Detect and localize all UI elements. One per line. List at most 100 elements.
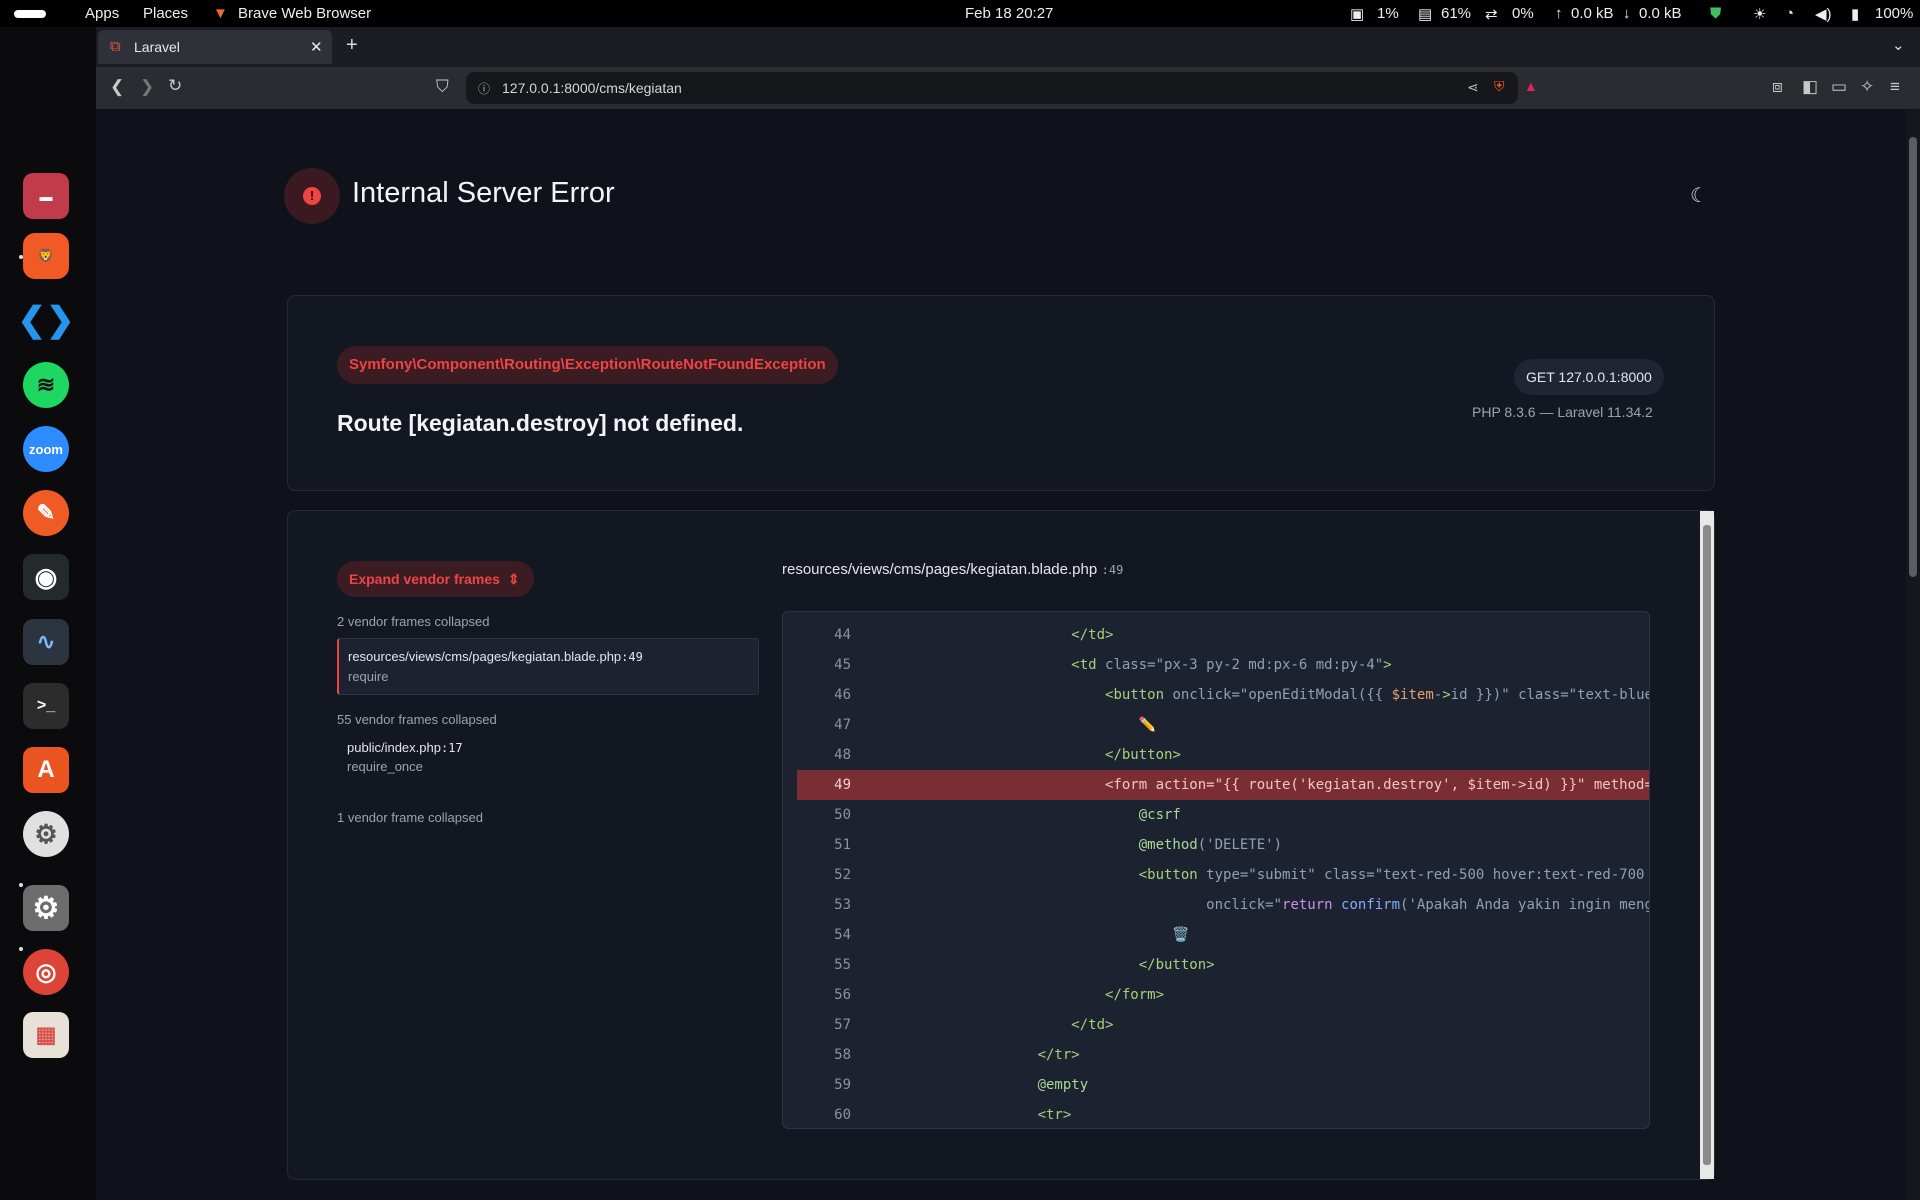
code-line: 55 </button> <box>797 950 1649 980</box>
download-icon: ↓ <box>1623 5 1631 22</box>
dark-mode-moon-icon[interactable]: ☾ <box>1690 183 1708 208</box>
zoom-icon[interactable]: zoom <box>23 426 69 472</box>
volume-icon[interactable]: ◀) <box>1815 5 1832 23</box>
trace-scrollbar-thumb[interactable] <box>1703 525 1711 1165</box>
trace-scrollbar[interactable] <box>1700 511 1714 1179</box>
brave-rewards-icon[interactable]: ▲ <box>1524 78 1538 94</box>
frame-function: require <box>348 669 389 684</box>
vendor-collapsed-3[interactable]: 1 vendor frame collapsed <box>337 810 483 825</box>
code-line: 59 @empty <box>797 1070 1649 1100</box>
chevron-up-down-icon: ⇕ <box>507 571 520 587</box>
browser-window: ⧉ Laravel ✕ + ⌄ ❮ ❯ ↻ ⛉ ⓘ 127.0.0.1:8000… <box>96 27 1920 1200</box>
zoom-label: zoom <box>29 441 63 457</box>
running-indicator <box>19 883 23 887</box>
url-text[interactable]: 127.0.0.1:8000/cms/kegiatan <box>502 80 682 96</box>
system-top-bar: Apps Places ▼ Brave Web Browser Feb 18 2… <box>0 0 1920 27</box>
expand-vendor-frames-label: Expand vendor frames <box>349 571 500 587</box>
active-app-menu[interactable]: ▼ Brave Web Browser <box>213 5 371 22</box>
vendor-collapsed-2[interactable]: 55 vendor frames collapsed <box>337 712 497 727</box>
wallet-icon[interactable]: ▭ <box>1831 77 1847 97</box>
code-line: 54 🗑️ <box>797 920 1649 950</box>
error-icon: ! <box>284 168 340 224</box>
line-number: 53 <box>834 897 851 913</box>
line-number: 57 <box>834 1017 851 1033</box>
code-line: 48 </button> <box>797 740 1649 770</box>
page-scrollbar[interactable] <box>1906 109 1920 1200</box>
site-info-icon[interactable]: ⓘ <box>478 80 490 97</box>
forward-icon[interactable]: ❯ <box>140 77 154 97</box>
laravel-icon: ⧉ <box>110 38 121 55</box>
terminal-icon[interactable]: >_ <box>23 683 69 729</box>
leo-ai-icon[interactable]: ✧ <box>1860 77 1874 97</box>
stack-frame[interactable]: public/index.php:17 require_once <box>337 733 759 779</box>
brightness-icon[interactable]: ☀ <box>1753 5 1766 23</box>
dock: ▬ 🦁 ❮❯ ≋ zoom ✎ ◉ ∿ >_ A ⚙ ⚙ ◎ ▦ <box>0 27 96 1200</box>
code-line: 51 @method('DELETE') <box>797 830 1649 860</box>
running-indicator <box>19 947 23 951</box>
frame-line: :17 <box>440 741 463 755</box>
line-number: 45 <box>834 657 851 673</box>
upload-icon: ↑ <box>1555 5 1563 22</box>
tab-close-icon[interactable]: ✕ <box>310 38 323 56</box>
sidebar-icon[interactable]: ◧ <box>1802 77 1818 97</box>
menu-icon[interactable]: ≡ <box>1890 77 1900 97</box>
shield-icon[interactable]: ⛊ <box>1710 5 1721 22</box>
github-icon[interactable]: ◉ <box>23 554 69 600</box>
wifi-icon[interactable]: ◔ <box>1785 5 1794 22</box>
memory-icon: ▤ <box>1418 6 1433 23</box>
tab-strip: ⧉ Laravel ✕ + ⌄ <box>96 27 1920 67</box>
vendor-collapsed-1[interactable]: 2 vendor frames collapsed <box>337 614 489 629</box>
share-icon[interactable]: ⋖ <box>1467 79 1479 96</box>
line-number: 52 <box>834 867 851 883</box>
vscode-icon[interactable]: ❮❯ <box>18 297 75 343</box>
spotify-icon[interactable]: ≋ <box>23 362 69 408</box>
places-menu[interactable]: Places <box>143 5 188 22</box>
code-line: 44 </td> <box>797 620 1649 650</box>
battery-icon[interactable]: ▮ <box>1851 5 1859 23</box>
address-bar[interactable]: ⓘ 127.0.0.1:8000/cms/kegiatan ⋖ ⛨ ▲ <box>466 72 1538 104</box>
code-line: 47 ✏️ <box>797 710 1649 740</box>
settings-dial-icon[interactable]: ⚙ <box>23 811 69 857</box>
new-tab-button[interactable]: + <box>346 34 358 57</box>
postman-icon[interactable]: ✎ <box>23 490 69 536</box>
line-number: 58 <box>834 1047 851 1063</box>
app-center-icon[interactable]: A <box>23 747 69 793</box>
code-text: </button> <box>1138 957 1215 973</box>
bookmark-icon[interactable]: ⛉ <box>436 77 449 97</box>
code-snippet: 44 </td> 45 <td class="px-3 py-2 md:px-6 … <box>782 611 1650 1129</box>
swap-icon: ⇄ <box>1485 6 1498 23</box>
tab-list-chevron-icon[interactable]: ⌄ <box>1892 36 1905 54</box>
code-file-path: resources/views/cms/pages/kegiatan.blade… <box>782 561 1098 578</box>
code-text: </form> <box>1105 987 1165 1003</box>
browser-toolbar: ❮ ❯ ↻ ⛉ ⓘ 127.0.0.1:8000/cms/kegiatan ⋖ … <box>96 67 1920 109</box>
cpu-icon: ▣ <box>1350 6 1365 23</box>
reload-icon[interactable]: ↻ <box>168 76 182 96</box>
settings-icon[interactable]: ⚙ <box>23 885 69 931</box>
frame-line: :49 <box>621 650 643 664</box>
clock[interactable]: Feb 18 20:27 <box>965 5 1053 22</box>
code-text: </td> <box>1071 1017 1114 1033</box>
brave-icon: ▼ <box>213 5 228 22</box>
page-scrollbar-thumb[interactable] <box>1909 137 1917 577</box>
battery-value: 100% <box>1875 5 1914 22</box>
code-text: ✏️ <box>869 717 1157 733</box>
activities-indicator[interactable] <box>14 10 46 18</box>
expand-vendor-frames-button[interactable]: Expand vendor frames ⇕ <box>337 561 534 597</box>
apps-menu[interactable]: Apps <box>85 5 119 22</box>
files-icon[interactable]: ▬ <box>23 173 69 219</box>
line-number: 54 <box>834 927 851 943</box>
chrome-icon[interactable]: ◎ <box>23 949 69 995</box>
code-line: 50 @csrf <box>797 800 1649 830</box>
line-number: 60 <box>834 1107 851 1123</box>
tab-laravel[interactable]: ⧉ Laravel ✕ <box>98 30 332 64</box>
line-number: 50 <box>834 807 851 823</box>
exception-message: Route [kegiatan.destroy] not defined. <box>337 410 744 436</box>
system-monitor-icon[interactable]: ∿ <box>23 619 69 665</box>
stack-frame-active[interactable]: resources/views/cms/pages/kegiatan.blade… <box>337 638 759 695</box>
back-icon[interactable]: ❮ <box>110 77 124 97</box>
extensions-icon[interactable]: ⧈ <box>1772 77 1783 97</box>
brave-icon[interactable]: 🦁 <box>23 233 69 279</box>
brave-shields-icon[interactable]: ⛨ <box>1494 78 1505 95</box>
app-grid-icon[interactable]: ▦ <box>23 1012 69 1058</box>
code-text: </tr> <box>1037 1047 1080 1063</box>
